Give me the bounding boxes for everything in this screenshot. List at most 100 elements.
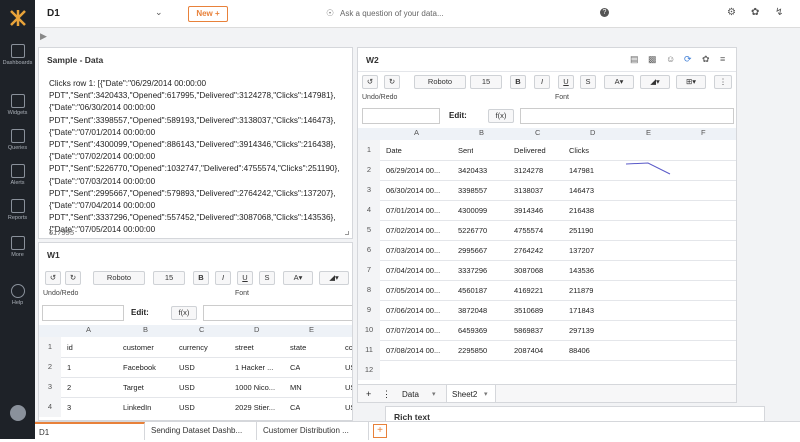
table-cell[interactable]: USD <box>179 363 195 372</box>
table-cell[interactable]: 2 <box>67 383 71 392</box>
column-header[interactable]: D <box>254 325 259 334</box>
chevron-down-icon[interactable]: ▾ <box>484 390 488 398</box>
table-cell[interactable]: currency <box>179 343 208 352</box>
sheet-tab[interactable]: Data <box>402 390 419 399</box>
undo-button[interactable]: ↺ <box>45 271 61 285</box>
column-header[interactable]: E <box>646 128 651 137</box>
column-header[interactable]: D <box>590 128 595 137</box>
table-cell[interactable]: id <box>67 343 73 352</box>
add-sheet-icon[interactable]: + <box>366 389 371 399</box>
table-cell[interactable]: 4755574 <box>514 226 543 235</box>
table-cell[interactable]: 211879 <box>569 286 593 295</box>
table-cell[interactable]: 07/01/2014 00... <box>386 206 456 215</box>
sidebar-item-dashboards[interactable]: Dashboards <box>0 44 35 66</box>
column-header[interactable]: B <box>143 325 148 334</box>
table-cell[interactable]: CA <box>290 403 300 412</box>
table-cell[interactable]: 6459369 <box>458 326 487 335</box>
table-cell[interactable]: 1 Hacker ... <box>235 363 285 372</box>
ask-question-input[interactable]: Ask a question of your data... <box>340 9 444 18</box>
table-cell[interactable]: 88406 <box>569 346 590 355</box>
table-cell[interactable]: Target <box>123 383 144 392</box>
gear-icon[interactable]: ⚙ <box>727 7 736 18</box>
table-cell[interactable]: 4169221 <box>514 286 543 295</box>
table-cell[interactable]: US <box>345 383 352 392</box>
column-header[interactable]: C <box>535 128 540 137</box>
fill-color-button[interactable]: ◢▾ <box>319 271 349 285</box>
column-header[interactable]: B <box>479 128 484 137</box>
font-color-button[interactable]: A▾ <box>283 271 313 285</box>
size-select[interactable]: 15 <box>470 75 502 89</box>
export-icon[interactable]: ▤ <box>630 54 639 65</box>
table-cell[interactable]: 146473 <box>569 186 594 195</box>
table-cell[interactable]: 2295850 <box>458 346 487 355</box>
italic-button[interactable]: I <box>534 75 550 89</box>
table-cell[interactable]: US <box>345 363 352 372</box>
borders-button[interactable]: ⊞▾ <box>676 75 706 89</box>
table-cell[interactable]: 147981 <box>569 166 594 175</box>
pin-icon[interactable]: ✿ <box>702 54 710 65</box>
table-cell[interactable]: 3337296 <box>458 266 487 275</box>
dashboard-tab[interactable]: Sending Dataset Dashb... <box>147 422 257 440</box>
table-cell[interactable]: 5226770 <box>458 226 487 235</box>
table-cell[interactable]: Sent <box>458 146 473 155</box>
column-header[interactable]: C <box>199 325 204 334</box>
sidebar-item-widgets[interactable]: Widgets <box>0 94 35 116</box>
table-cell[interactable]: Facebook <box>123 363 156 372</box>
redo-button[interactable]: ↻ <box>65 271 81 285</box>
table-cell[interactable]: 3872048 <box>458 306 487 315</box>
column-header[interactable]: E <box>309 325 314 334</box>
redo-button[interactable]: ↻ <box>384 75 400 89</box>
help-icon[interactable]: ? <box>600 8 609 17</box>
fx-button[interactable]: f(x) <box>171 306 197 320</box>
table-cell[interactable]: 137207 <box>569 246 594 255</box>
chart-icon[interactable]: ▩ <box>648 54 657 65</box>
table-cell[interactable]: 3510689 <box>514 306 543 315</box>
sheet-tab[interactable]: Sheet2 <box>452 390 477 399</box>
table-cell[interactable]: LinkedIn <box>123 403 151 412</box>
column-header[interactable]: A <box>86 325 91 334</box>
table-cell[interactable]: 3398557 <box>458 186 487 195</box>
dashboard-title[interactable]: D1 <box>47 8 60 19</box>
table-cell[interactable]: state <box>290 343 306 352</box>
table-cell[interactable]: US <box>345 403 352 412</box>
table-cell[interactable]: 06/30/2014 00... <box>386 186 456 195</box>
table-cell[interactable]: Delivered <box>514 146 546 155</box>
size-select[interactable]: 15 <box>153 271 185 285</box>
sidebar-item-alerts[interactable]: Alerts <box>0 164 35 186</box>
table-cell[interactable]: Clicks <box>569 146 589 155</box>
table-cell[interactable]: 2087404 <box>514 346 543 355</box>
new-button[interactable]: New + <box>188 6 228 22</box>
table-cell[interactable]: 06/29/2014 00... <box>386 166 456 175</box>
table-cell[interactable]: USD <box>179 403 195 412</box>
italic-button[interactable]: I <box>215 271 231 285</box>
table-cell[interactable]: 216438 <box>569 206 594 215</box>
chevron-down-icon[interactable]: ⌄ <box>155 7 163 18</box>
chevron-down-icon[interactable]: ▾ <box>432 390 436 398</box>
bold-button[interactable]: B <box>193 271 209 285</box>
table-cell[interactable]: 07/06/2014 00... <box>386 306 456 315</box>
table-cell[interactable]: street <box>235 343 254 352</box>
table-cell[interactable]: 4300099 <box>458 206 487 215</box>
sidebar-item-more[interactable]: More <box>0 236 35 258</box>
mic-icon[interactable]: ☉ <box>326 8 334 19</box>
table-cell[interactable]: 2995667 <box>458 246 487 255</box>
table-cell[interactable]: 3 <box>67 403 71 412</box>
sidebar-item-queries[interactable]: Queries <box>0 129 35 151</box>
dashboard-tab[interactable]: Customer Distribution ... <box>259 422 369 440</box>
table-cell[interactable]: customer <box>123 343 154 352</box>
sidebar-item-reports[interactable]: Reports <box>0 199 35 221</box>
undo-button[interactable]: ↺ <box>362 75 378 89</box>
table-cell[interactable]: 2029 Stier... <box>235 403 285 412</box>
table-cell[interactable]: 251190 <box>569 226 593 235</box>
table-cell[interactable]: 3420433 <box>458 166 487 175</box>
app-logo[interactable] <box>0 8 35 28</box>
font-select[interactable]: Roboto <box>93 271 145 285</box>
table-cell[interactable]: 2764242 <box>514 246 543 255</box>
table-cell[interactable]: USD <box>179 383 195 392</box>
font-color-button[interactable]: A▾ <box>604 75 634 89</box>
fill-color-button[interactable]: ◢▾ <box>640 75 670 89</box>
table-cell[interactable]: 3087068 <box>514 266 543 275</box>
bulb-icon[interactable]: ☺ <box>666 54 675 64</box>
resize-handle[interactable] <box>345 231 349 235</box>
dashboard-tab-active[interactable]: D1 <box>35 422 145 440</box>
